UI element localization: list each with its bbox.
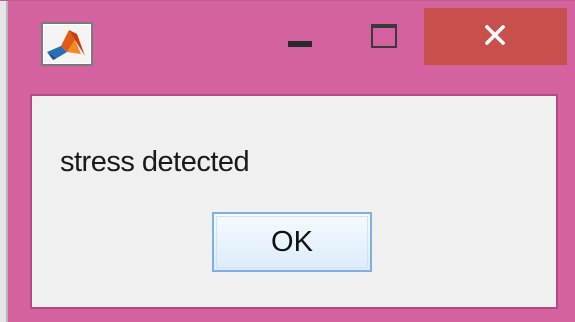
title-bar[interactable] xyxy=(8,0,575,88)
minimize-icon xyxy=(288,41,312,47)
ok-button-label: OK xyxy=(271,225,313,258)
minimize-button[interactable] xyxy=(271,14,329,64)
maximize-icon xyxy=(371,24,397,48)
dialog-message: stress detected xyxy=(60,146,250,178)
ok-button[interactable]: OK xyxy=(212,212,372,272)
dialog-window: stress detected OK xyxy=(0,0,575,322)
dialog-content: stress detected OK xyxy=(30,94,558,309)
close-icon xyxy=(485,25,505,45)
maximize-button[interactable] xyxy=(356,14,414,64)
close-button[interactable] xyxy=(424,8,567,65)
matlab-logo-icon xyxy=(41,22,93,66)
